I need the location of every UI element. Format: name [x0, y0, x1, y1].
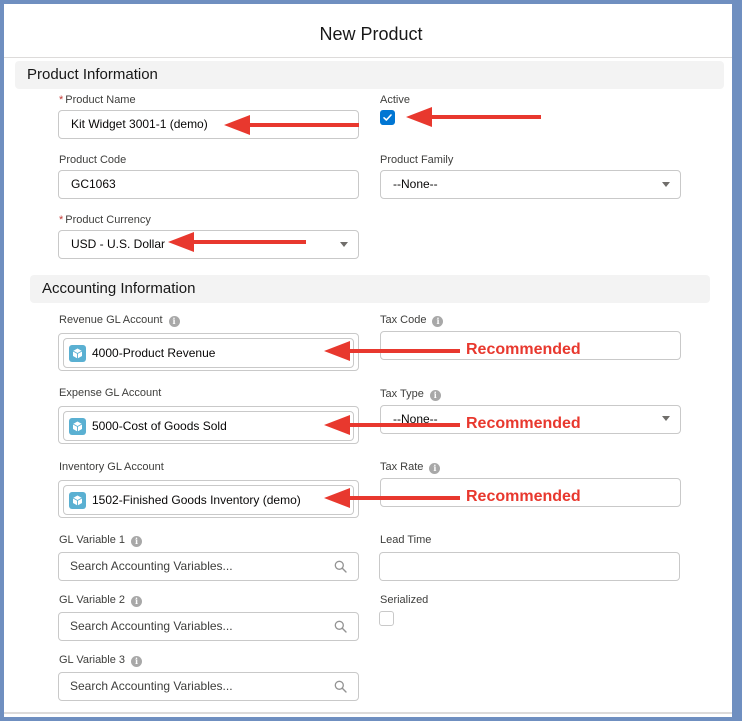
modal-title: New Product: [319, 24, 423, 44]
info-icon[interactable]: i: [429, 463, 441, 474]
gl-variable-3-label: GL Variable 3 i: [59, 654, 143, 667]
section-header-accounting-information[interactable]: Accounting Information: [30, 275, 710, 303]
lead-time-input[interactable]: [379, 552, 680, 581]
revenue-gl-lookup[interactable]: 4000-Product Revenue: [58, 333, 359, 371]
product-name-label: * Product Name: [59, 94, 136, 106]
expense-gl-lookup[interactable]: 5000-Cost of Goods Sold: [58, 406, 359, 444]
expense-gl-value: 5000-Cost of Goods Sold: [92, 419, 227, 433]
gl-variable-2-label-text: GL Variable 2: [59, 594, 126, 606]
tax-rate-label-text: Tax Rate: [380, 461, 424, 473]
search-icon: [334, 620, 347, 633]
search-icon: [334, 560, 347, 573]
revenue-gl-label: Revenue GL Account i: [59, 314, 180, 327]
chevron-down-icon: [340, 242, 348, 247]
info-icon[interactable]: i: [168, 316, 180, 327]
tax-type-label: Tax Type i: [380, 388, 441, 401]
product-family-value: --None--: [393, 177, 438, 191]
search-icon: [334, 680, 347, 693]
check-icon: [383, 114, 392, 121]
gl-variable-2-label: GL Variable 2 i: [59, 594, 143, 607]
gl-variable-1-search[interactable]: Search Accounting Variables...: [58, 552, 359, 581]
annotation-arrow-currency: [168, 232, 306, 252]
gl-variable-2-search[interactable]: Search Accounting Variables...: [58, 612, 359, 641]
bottom-divider: [4, 712, 732, 714]
gl-account-icon: [69, 418, 86, 435]
recommended-label-revenue: Recommended: [466, 341, 581, 358]
lead-time-label: Lead Time: [380, 534, 432, 546]
inventory-gl-pill[interactable]: 1502-Finished Goods Inventory (demo): [63, 485, 354, 515]
product-family-select[interactable]: --None--: [380, 170, 681, 199]
inventory-gl-lookup[interactable]: 1502-Finished Goods Inventory (demo): [58, 480, 359, 518]
gl-account-icon: [69, 345, 86, 362]
tax-code-label-text: Tax Code: [380, 314, 427, 326]
gl-variable-3-label-text: GL Variable 3: [59, 654, 126, 666]
title-divider: [4, 57, 732, 58]
product-code-input[interactable]: GC1063: [58, 170, 359, 199]
gl-variable-3-search[interactable]: Search Accounting Variables...: [58, 672, 359, 701]
gl-variable-3-placeholder: Search Accounting Variables...: [70, 679, 233, 693]
chevron-down-icon: [662, 416, 670, 421]
tax-code-label: Tax Code i: [380, 314, 444, 327]
revenue-gl-label-text: Revenue GL Account: [59, 314, 163, 326]
product-currency-label-text: Product Currency: [65, 214, 151, 226]
required-mark: *: [59, 214, 64, 226]
gl-account-icon: [69, 492, 86, 509]
serialized-checkbox[interactable]: [379, 611, 394, 626]
active-checkbox[interactable]: [380, 110, 395, 125]
gl-variable-1-label: GL Variable 1 i: [59, 534, 143, 547]
serialized-label: Serialized: [380, 594, 429, 606]
inventory-gl-label: Inventory GL Account: [59, 461, 164, 473]
info-icon[interactable]: i: [429, 390, 441, 401]
product-currency-label: * Product Currency: [59, 214, 151, 226]
annotation-arrow-product-name: [224, 115, 359, 135]
info-icon[interactable]: i: [131, 596, 143, 607]
annotation-arrow-expense-gl: [324, 415, 460, 435]
revenue-gl-value: 4000-Product Revenue: [92, 346, 216, 360]
recommended-label-inventory: Recommended: [466, 488, 581, 505]
info-icon[interactable]: i: [131, 656, 143, 667]
annotation-arrow-inventory-gl: [324, 488, 460, 508]
inventory-gl-value: 1502-Finished Goods Inventory (demo): [92, 493, 301, 507]
required-mark: *: [59, 94, 64, 106]
tax-rate-label: Tax Rate i: [380, 461, 441, 474]
product-name-label-text: Product Name: [65, 94, 136, 106]
info-icon[interactable]: i: [131, 536, 143, 547]
gl-variable-1-label-text: GL Variable 1: [59, 534, 126, 546]
chevron-down-icon: [662, 182, 670, 187]
active-label: Active: [380, 94, 410, 106]
expense-gl-pill[interactable]: 5000-Cost of Goods Sold: [63, 411, 354, 441]
annotation-arrow-active: [406, 107, 541, 127]
info-icon[interactable]: i: [432, 316, 444, 327]
annotation-arrow-revenue-gl: [324, 341, 460, 361]
expense-gl-label: Expense GL Account: [59, 387, 162, 399]
section-header-product-information[interactable]: Product Information: [15, 61, 724, 89]
revenue-gl-pill[interactable]: 4000-Product Revenue: [63, 338, 354, 368]
recommended-label-expense: Recommended: [466, 415, 581, 432]
gl-variable-2-placeholder: Search Accounting Variables...: [70, 619, 233, 633]
product-family-label: Product Family: [380, 154, 454, 166]
product-code-label: Product Code: [59, 154, 127, 166]
tax-type-label-text: Tax Type: [380, 388, 424, 400]
gl-variable-1-placeholder: Search Accounting Variables...: [70, 559, 233, 573]
product-currency-value: USD - U.S. Dollar: [71, 237, 166, 251]
